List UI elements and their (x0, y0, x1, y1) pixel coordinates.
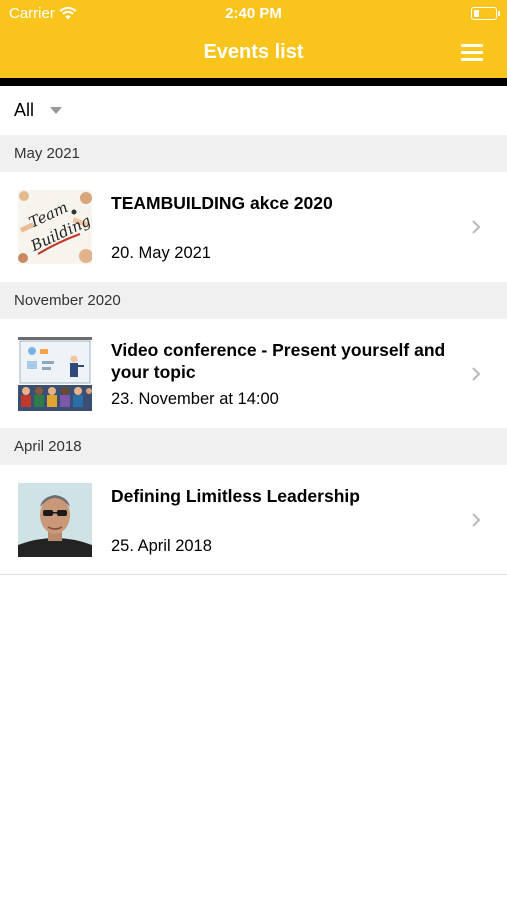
conference-presentation-image (18, 337, 92, 411)
hamburger-icon-bar (461, 44, 483, 47)
event-title: TEAMBUILDING akce 2020 (111, 193, 333, 213)
event-date: 25. April 2018 (111, 537, 212, 555)
battery-icon (471, 7, 500, 20)
event-date: 20. May 2021 (111, 244, 211, 262)
chevron-right-icon (472, 513, 481, 527)
speaker-portrait-image (18, 483, 92, 557)
status-bar: Carrier 2:40 PM (0, 0, 507, 28)
header-divider (0, 78, 507, 86)
team-building-image: Team Building (18, 190, 92, 264)
filter-value: All (14, 100, 35, 120)
hamburger-icon-bar (461, 58, 483, 61)
section-header: April 2018 (0, 428, 507, 465)
hamburger-icon-bar (461, 51, 483, 54)
status-time: 2:40 PM (225, 5, 282, 22)
page-title: Events list (203, 41, 304, 63)
chevron-right-icon (472, 220, 481, 234)
event-title: Defining Limitless Leadership (111, 486, 360, 506)
list-divider (0, 574, 507, 575)
caret-down-icon (50, 107, 63, 114)
event-row[interactable]: Video conference - Present yourself and … (0, 319, 507, 429)
event-row[interactable]: Defining Limitless Leadership 25. April … (0, 465, 507, 575)
menu-button[interactable] (461, 44, 483, 62)
chevron-right-icon (472, 367, 481, 381)
battery-level (473, 9, 479, 17)
event-row[interactable]: Team Building TEAMBUILDING akce 2020 20.… (0, 172, 507, 282)
section-header: May 2021 (0, 135, 507, 172)
event-title: Video conference - Present yourself and … (111, 340, 446, 382)
section-header: November 2020 (0, 282, 507, 319)
event-date: 23. November at 14:00 (111, 390, 279, 408)
filter-dropdown[interactable]: All (14, 100, 63, 121)
